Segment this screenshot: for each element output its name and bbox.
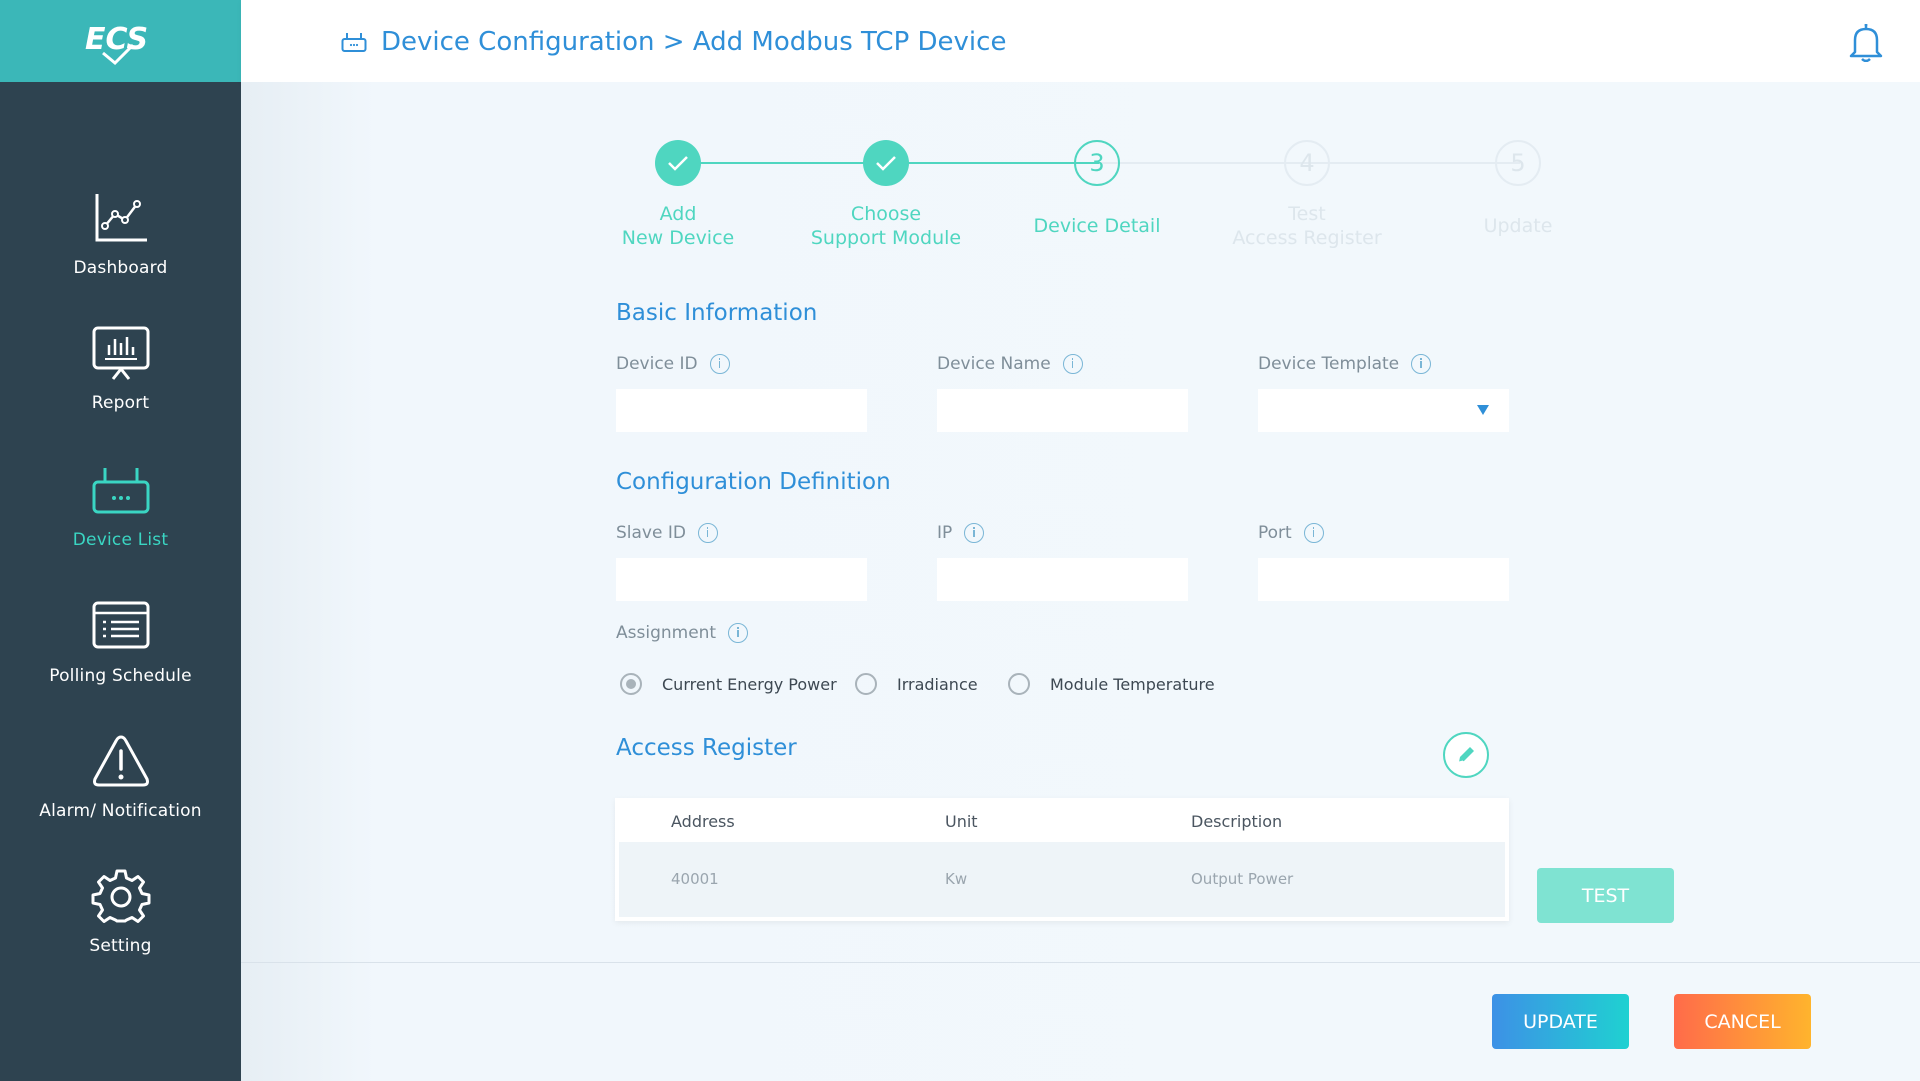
divider [241, 962, 1920, 963]
device-id-input[interactable] [616, 389, 867, 432]
device-id-label-text: Device ID [616, 354, 698, 374]
info-icon[interactable] [1303, 523, 1324, 543]
cell-description: Output Power [1191, 870, 1294, 888]
slave-id-input[interactable] [616, 558, 867, 601]
step-4-circle[interactable]: 4 [1284, 140, 1330, 186]
radio-current-energy-power[interactable]: Current Energy Power [620, 673, 837, 695]
info-icon[interactable] [697, 523, 718, 543]
column-header-unit: Unit [945, 812, 978, 831]
chevron-down-icon [1477, 405, 1489, 415]
sidebar: ECS Dashboard Report Device List Polling… [0, 0, 241, 1081]
step-2-label: Choose Support Module [810, 203, 962, 249]
edit-access-register-button[interactable] [1443, 732, 1489, 778]
column-header-address: Address [671, 812, 735, 831]
radio-button[interactable] [620, 673, 642, 695]
device-template-select[interactable] [1258, 389, 1509, 432]
radio-button[interactable] [855, 673, 877, 695]
check-icon [668, 156, 688, 171]
ip-label-text: IP [937, 523, 953, 543]
assignment-label: Assignment [616, 623, 749, 643]
sidebar-item-polling-schedule[interactable]: Polling Schedule [0, 598, 241, 718]
table-row[interactable]: 40001 Kw Output Power [619, 842, 1505, 917]
stepper: Add New Device Choose Support Module 3 D… [241, 82, 1920, 262]
line-chart-icon [95, 194, 147, 242]
section-title-basic-info: Basic Information [616, 300, 818, 326]
section-title-configuration: Configuration Definition [616, 469, 891, 495]
radio-button[interactable] [1008, 673, 1030, 695]
info-icon[interactable] [709, 354, 730, 374]
sidebar-item-label: Report [91, 393, 150, 413]
radio-module-temperature[interactable]: Module Temperature [1008, 673, 1215, 695]
radio-label: Module Temperature [1050, 674, 1215, 694]
info-icon[interactable] [1062, 354, 1083, 374]
slave-id-label: Slave ID [616, 523, 718, 543]
info-icon[interactable] [728, 623, 749, 643]
router-icon [92, 468, 149, 514]
radio-label: Current Energy Power [662, 674, 837, 694]
pencil-icon [1458, 747, 1474, 763]
update-button[interactable]: UPDATE [1492, 994, 1629, 1049]
warning-icon [92, 735, 149, 787]
cell-unit: Kw [945, 870, 968, 888]
notification-button[interactable] [1848, 22, 1884, 63]
cell-address: 40001 [671, 870, 719, 888]
sidebar-item-alarm-notification[interactable]: Alarm/ Notification [0, 733, 241, 853]
sidebar-item-label: Setting [89, 936, 152, 956]
step-1-circle[interactable] [655, 140, 701, 186]
cancel-button[interactable]: CANCEL [1674, 994, 1811, 1049]
section-title-access-register: Access Register [616, 735, 797, 761]
main-content: Add New Device Choose Support Module 3 D… [241, 82, 1920, 1081]
router-icon [341, 33, 367, 52]
page-title: Device Configuration > Add Modbus TCP De… [381, 27, 1007, 57]
column-header-description: Description [1191, 812, 1283, 831]
ip-input[interactable] [937, 558, 1188, 601]
port-input[interactable] [1258, 558, 1509, 601]
port-label-text: Port [1258, 523, 1292, 543]
monitor-chart-icon [92, 326, 149, 380]
logo[interactable]: ECS [0, 0, 241, 82]
gear-icon [91, 869, 150, 923]
step-3-label: Device Detail [1033, 215, 1161, 237]
step-3-circle[interactable]: 3 [1074, 140, 1120, 186]
radio-irradiance[interactable]: Irradiance [855, 673, 978, 695]
info-icon[interactable] [964, 523, 985, 543]
bell-icon [1849, 24, 1883, 63]
device-template-label: Device Template [1258, 354, 1432, 374]
radio-label: Irradiance [897, 674, 978, 694]
sidebar-item-setting[interactable]: Setting [0, 868, 241, 988]
device-name-input[interactable] [937, 389, 1188, 432]
check-icon [876, 156, 896, 171]
device-template-label-text: Device Template [1258, 354, 1400, 374]
step-4-label: Test Access Register [1232, 203, 1382, 249]
step-5-circle[interactable]: 5 [1495, 140, 1541, 186]
access-register-table: Address Unit Description 40001 Kw Output… [615, 798, 1509, 921]
assignment-label-text: Assignment [616, 623, 717, 643]
sidebar-item-label: Device List [72, 530, 169, 550]
step-1-label: Add New Device [621, 203, 735, 249]
top-bar: Device Configuration > Add Modbus TCP De… [241, 0, 1920, 82]
ecs-logo-icon: ECS [85, 22, 148, 66]
port-label: Port [1258, 523, 1324, 543]
sidebar-item-dashboard[interactable]: Dashboard [0, 190, 241, 310]
info-icon[interactable] [1411, 354, 1432, 374]
step-2-circle[interactable] [863, 140, 909, 186]
step-connector-done [891, 162, 1099, 164]
breadcrumb: Device Configuration > Add Modbus TCP De… [341, 22, 1006, 62]
sidebar-item-label: Alarm/ Notification [39, 801, 202, 821]
ip-label: IP [937, 523, 985, 543]
sidebar-item-report[interactable]: Report [0, 325, 241, 445]
svg-text:ECS: ECS [85, 22, 148, 57]
step-5-label: Update [1483, 215, 1553, 237]
test-button[interactable]: TEST [1537, 868, 1674, 923]
device-name-label: Device Name [937, 354, 1083, 374]
slave-id-label-text: Slave ID [616, 523, 686, 543]
device-name-label-text: Device Name [937, 354, 1051, 374]
device-id-label: Device ID [616, 354, 730, 374]
list-icon [92, 601, 149, 649]
table-header: Address Unit Description [615, 798, 1509, 842]
sidebar-item-label: Dashboard [73, 258, 168, 278]
sidebar-item-label: Polling Schedule [49, 666, 192, 686]
sidebar-item-device-list[interactable]: Device List [0, 462, 241, 582]
